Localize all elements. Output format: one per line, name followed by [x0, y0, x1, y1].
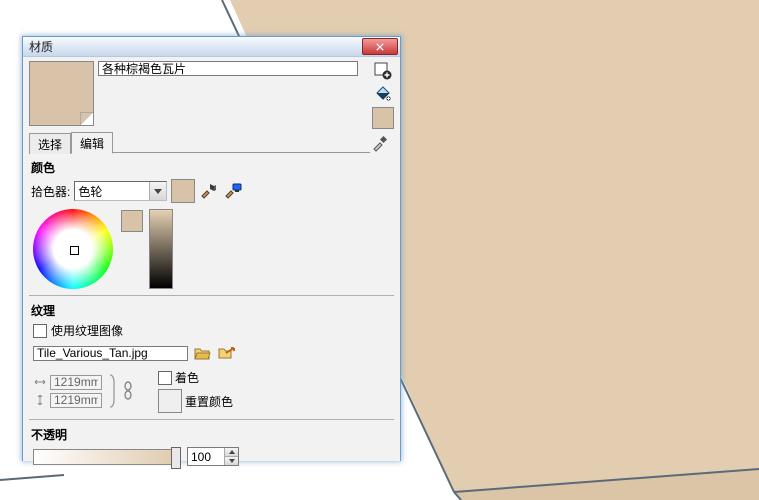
- separator-2: [29, 419, 394, 420]
- texture-file-row: [33, 343, 394, 363]
- titlebar[interactable]: 材质: [23, 37, 400, 57]
- use-texture-label: 使用纹理图像: [51, 322, 123, 339]
- material-name-input[interactable]: [98, 61, 358, 76]
- colorize-row: 着色: [158, 369, 233, 386]
- close-button[interactable]: [362, 38, 398, 55]
- eyedropper-icon: [371, 134, 389, 152]
- current-color-swatch[interactable]: [171, 179, 195, 203]
- texture-height-input[interactable]: [50, 393, 102, 408]
- opacity-slider-thumb[interactable]: [171, 447, 181, 469]
- tab-underline: [113, 152, 370, 153]
- colorize-label: 着色: [175, 369, 199, 386]
- vertical-arrow-icon: [33, 395, 47, 405]
- hs-color-wheel[interactable]: [33, 209, 113, 289]
- horizontal-arrow-icon: [33, 377, 47, 387]
- close-icon: [376, 43, 384, 51]
- use-texture-checkbox[interactable]: [33, 324, 47, 338]
- colorize-column: 着色 重置颜色: [158, 369, 233, 413]
- reset-color-swatch[interactable]: [158, 389, 182, 413]
- add-to-model-button[interactable]: [373, 84, 393, 104]
- match-object-color-button[interactable]: [199, 181, 219, 201]
- eyedropper-cube-icon: [200, 182, 218, 200]
- add-swatch-icon: [374, 62, 392, 80]
- texture-size-block: 着色 重置颜色: [33, 369, 394, 413]
- opacity-increment-button[interactable]: [224, 448, 238, 457]
- color-wheel-row: [33, 209, 394, 289]
- edit-texture-button[interactable]: [216, 343, 236, 363]
- materials-dialog: 材质: [22, 36, 401, 461]
- sample-paint-button[interactable]: [370, 133, 390, 153]
- folder-open-icon: [193, 344, 211, 362]
- opacity-decrement-button[interactable]: [224, 457, 238, 465]
- opacity-row: [33, 447, 394, 466]
- name-column: [98, 61, 368, 129]
- aspect-lock-button[interactable]: [122, 381, 134, 401]
- picker-dropdown-button[interactable]: [149, 182, 166, 200]
- texture-file-input[interactable]: [33, 346, 188, 361]
- opacity-section-title: 不透明: [31, 426, 394, 443]
- reset-color-row: 重置颜色: [158, 389, 233, 413]
- reset-color-label: 重置颜色: [185, 393, 233, 410]
- color-section-title: 颜色: [31, 159, 394, 176]
- opacity-slider[interactable]: [33, 449, 181, 465]
- tab-bar: 选择 编辑: [29, 135, 394, 153]
- texture-section-title: 纹理: [31, 302, 394, 319]
- tab-select[interactable]: 选择: [29, 133, 71, 154]
- external-edit-icon: [217, 344, 235, 362]
- dims-column: [33, 375, 102, 408]
- picked-color-swatch: [121, 210, 143, 232]
- viewport: 材质: [0, 0, 759, 500]
- use-texture-row: 使用纹理图像: [33, 322, 394, 339]
- color-picker-select[interactable]: [74, 181, 167, 201]
- paint-bucket-icon: [374, 85, 392, 103]
- opacity-value-input[interactable]: [188, 448, 224, 465]
- picker-row: 拾色器:: [31, 179, 394, 203]
- tab-edit[interactable]: 编辑: [71, 132, 113, 154]
- eyedropper-screen-icon: [224, 182, 242, 200]
- chevron-down-icon: [229, 459, 235, 463]
- side-icon-column: [372, 61, 394, 129]
- colorize-checkbox[interactable]: [158, 371, 172, 385]
- texture-width-input[interactable]: [50, 375, 102, 390]
- browse-texture-button[interactable]: [192, 343, 212, 363]
- secondary-swatch[interactable]: [372, 107, 394, 129]
- material-preview-row: [29, 61, 394, 129]
- dialog-body: 选择 编辑 颜色 拾色器:: [23, 57, 400, 461]
- wheel-indicator: [70, 246, 79, 255]
- chevron-down-icon: [154, 189, 162, 194]
- separator-1: [29, 295, 394, 296]
- value-slider[interactable]: [149, 209, 173, 289]
- dialog-title: 材质: [29, 38, 362, 55]
- width-row: [33, 375, 102, 390]
- chevron-up-icon: [229, 450, 235, 454]
- match-screen-color-button[interactable]: [223, 181, 243, 201]
- picker-value-display: [75, 182, 149, 200]
- opacity-spinner[interactable]: [187, 447, 239, 466]
- material-large-swatch[interactable]: [29, 61, 94, 126]
- height-row: [33, 393, 102, 408]
- picker-label: 拾色器:: [31, 183, 70, 200]
- aspect-brace-icon: [106, 373, 118, 409]
- create-material-button[interactable]: [373, 61, 393, 81]
